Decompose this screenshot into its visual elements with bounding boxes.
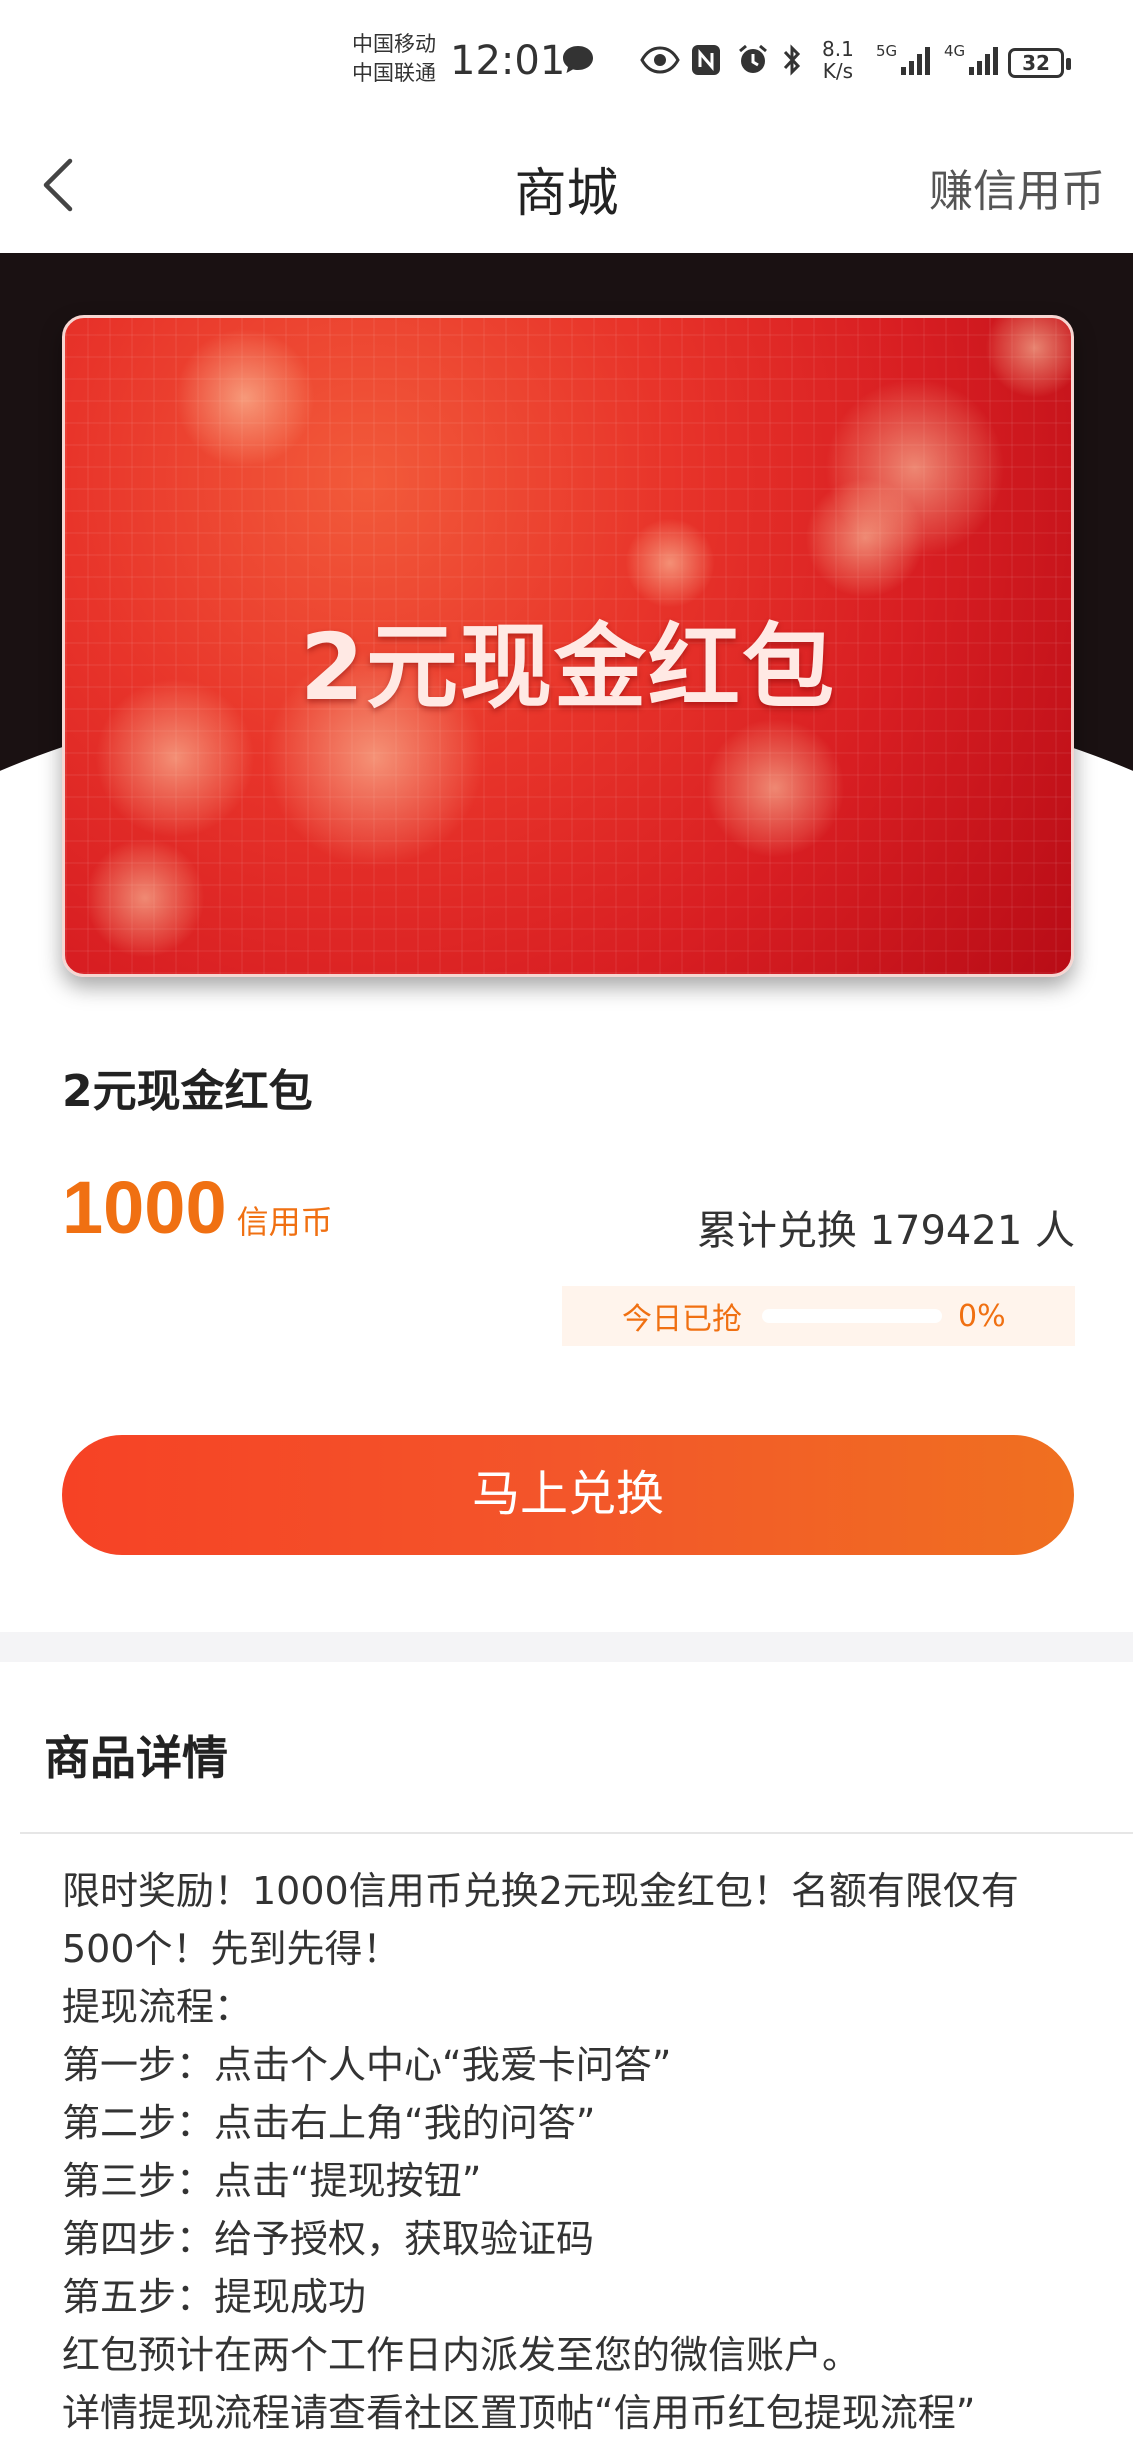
detail-line: 第三步：点击“提现按钮” xyxy=(62,2159,482,2203)
carrier-names: 中国移动 中国联通 xyxy=(352,30,436,88)
product-name: 2元现金红包 xyxy=(62,1066,313,1117)
battery-indicator: 32 xyxy=(1008,48,1071,78)
redeem-now-button[interactable]: 马上兑换 xyxy=(62,1435,1074,1555)
nfc-icon xyxy=(690,42,722,78)
status-time: 12:01 xyxy=(450,38,566,84)
details-body: 限时奖励！1000信用币兑换2元现金红包！名额有限仅有500个！先到先得！ 提现… xyxy=(62,1862,1082,2442)
product-card-image: 2元现金红包 xyxy=(62,315,1074,977)
detail-line: 限时奖励！1000信用币兑换2元现金红包！名额有限仅有500个！先到先得！ xyxy=(62,1869,1019,1971)
price-value: 1000 xyxy=(62,1166,227,1249)
details-divider xyxy=(20,1832,1133,1834)
signal-icon: 4G xyxy=(944,42,1003,78)
redeemed-count: 累计兑换 179421 人 xyxy=(696,1208,1075,1254)
detail-line: 红包预计在两个工作日内派发至您的微信账户。 xyxy=(62,2333,861,2377)
eye-comfort-icon xyxy=(640,42,680,78)
carrier-2: 中国联通 xyxy=(352,61,436,85)
detail-line: 提现流程： xyxy=(62,1985,253,2029)
section-divider xyxy=(0,1632,1133,1662)
earn-credits-link[interactable]: 赚信用币 xyxy=(929,155,1105,219)
detail-line: 第五步：提现成功 xyxy=(62,2275,367,2319)
detail-line: 第一步：点击个人中心“我爱卡问答” xyxy=(62,2043,672,2087)
alarm-icon xyxy=(736,42,770,78)
progress-track xyxy=(762,1309,942,1323)
title-bar: 商城 赚信用币 xyxy=(0,125,1133,253)
today-percent: 0% xyxy=(958,1298,1006,1334)
detail-line: 第二步：点击右上角“我的问答” xyxy=(62,2101,596,2145)
signal-icon: 5G xyxy=(876,42,935,78)
network-speed: 8.1 K/s xyxy=(822,37,854,83)
details-heading: 商品详情 xyxy=(44,1731,228,1785)
bluetooth-icon xyxy=(780,42,804,78)
status-bar: 中国移动 中国联通 12:01 8.1 K/s 5G 4G 32 xyxy=(0,0,1133,125)
message-icon xyxy=(560,42,596,78)
carrier-1: 中国移动 xyxy=(352,32,436,56)
detail-line: 第四步：给予授权，获取验证码 xyxy=(62,2217,595,2261)
today-progress: 今日已抢 0% xyxy=(562,1286,1075,1346)
product-price: 1000 信用币 xyxy=(62,1165,333,1250)
price-unit: 信用币 xyxy=(236,1203,333,1241)
today-label: 今日已抢 xyxy=(622,1302,742,1337)
detail-line: 详情提现流程请查看社区置顶帖“信用币红包提现流程” xyxy=(62,2391,976,2435)
card-title: 2元现金红包 xyxy=(299,614,836,721)
